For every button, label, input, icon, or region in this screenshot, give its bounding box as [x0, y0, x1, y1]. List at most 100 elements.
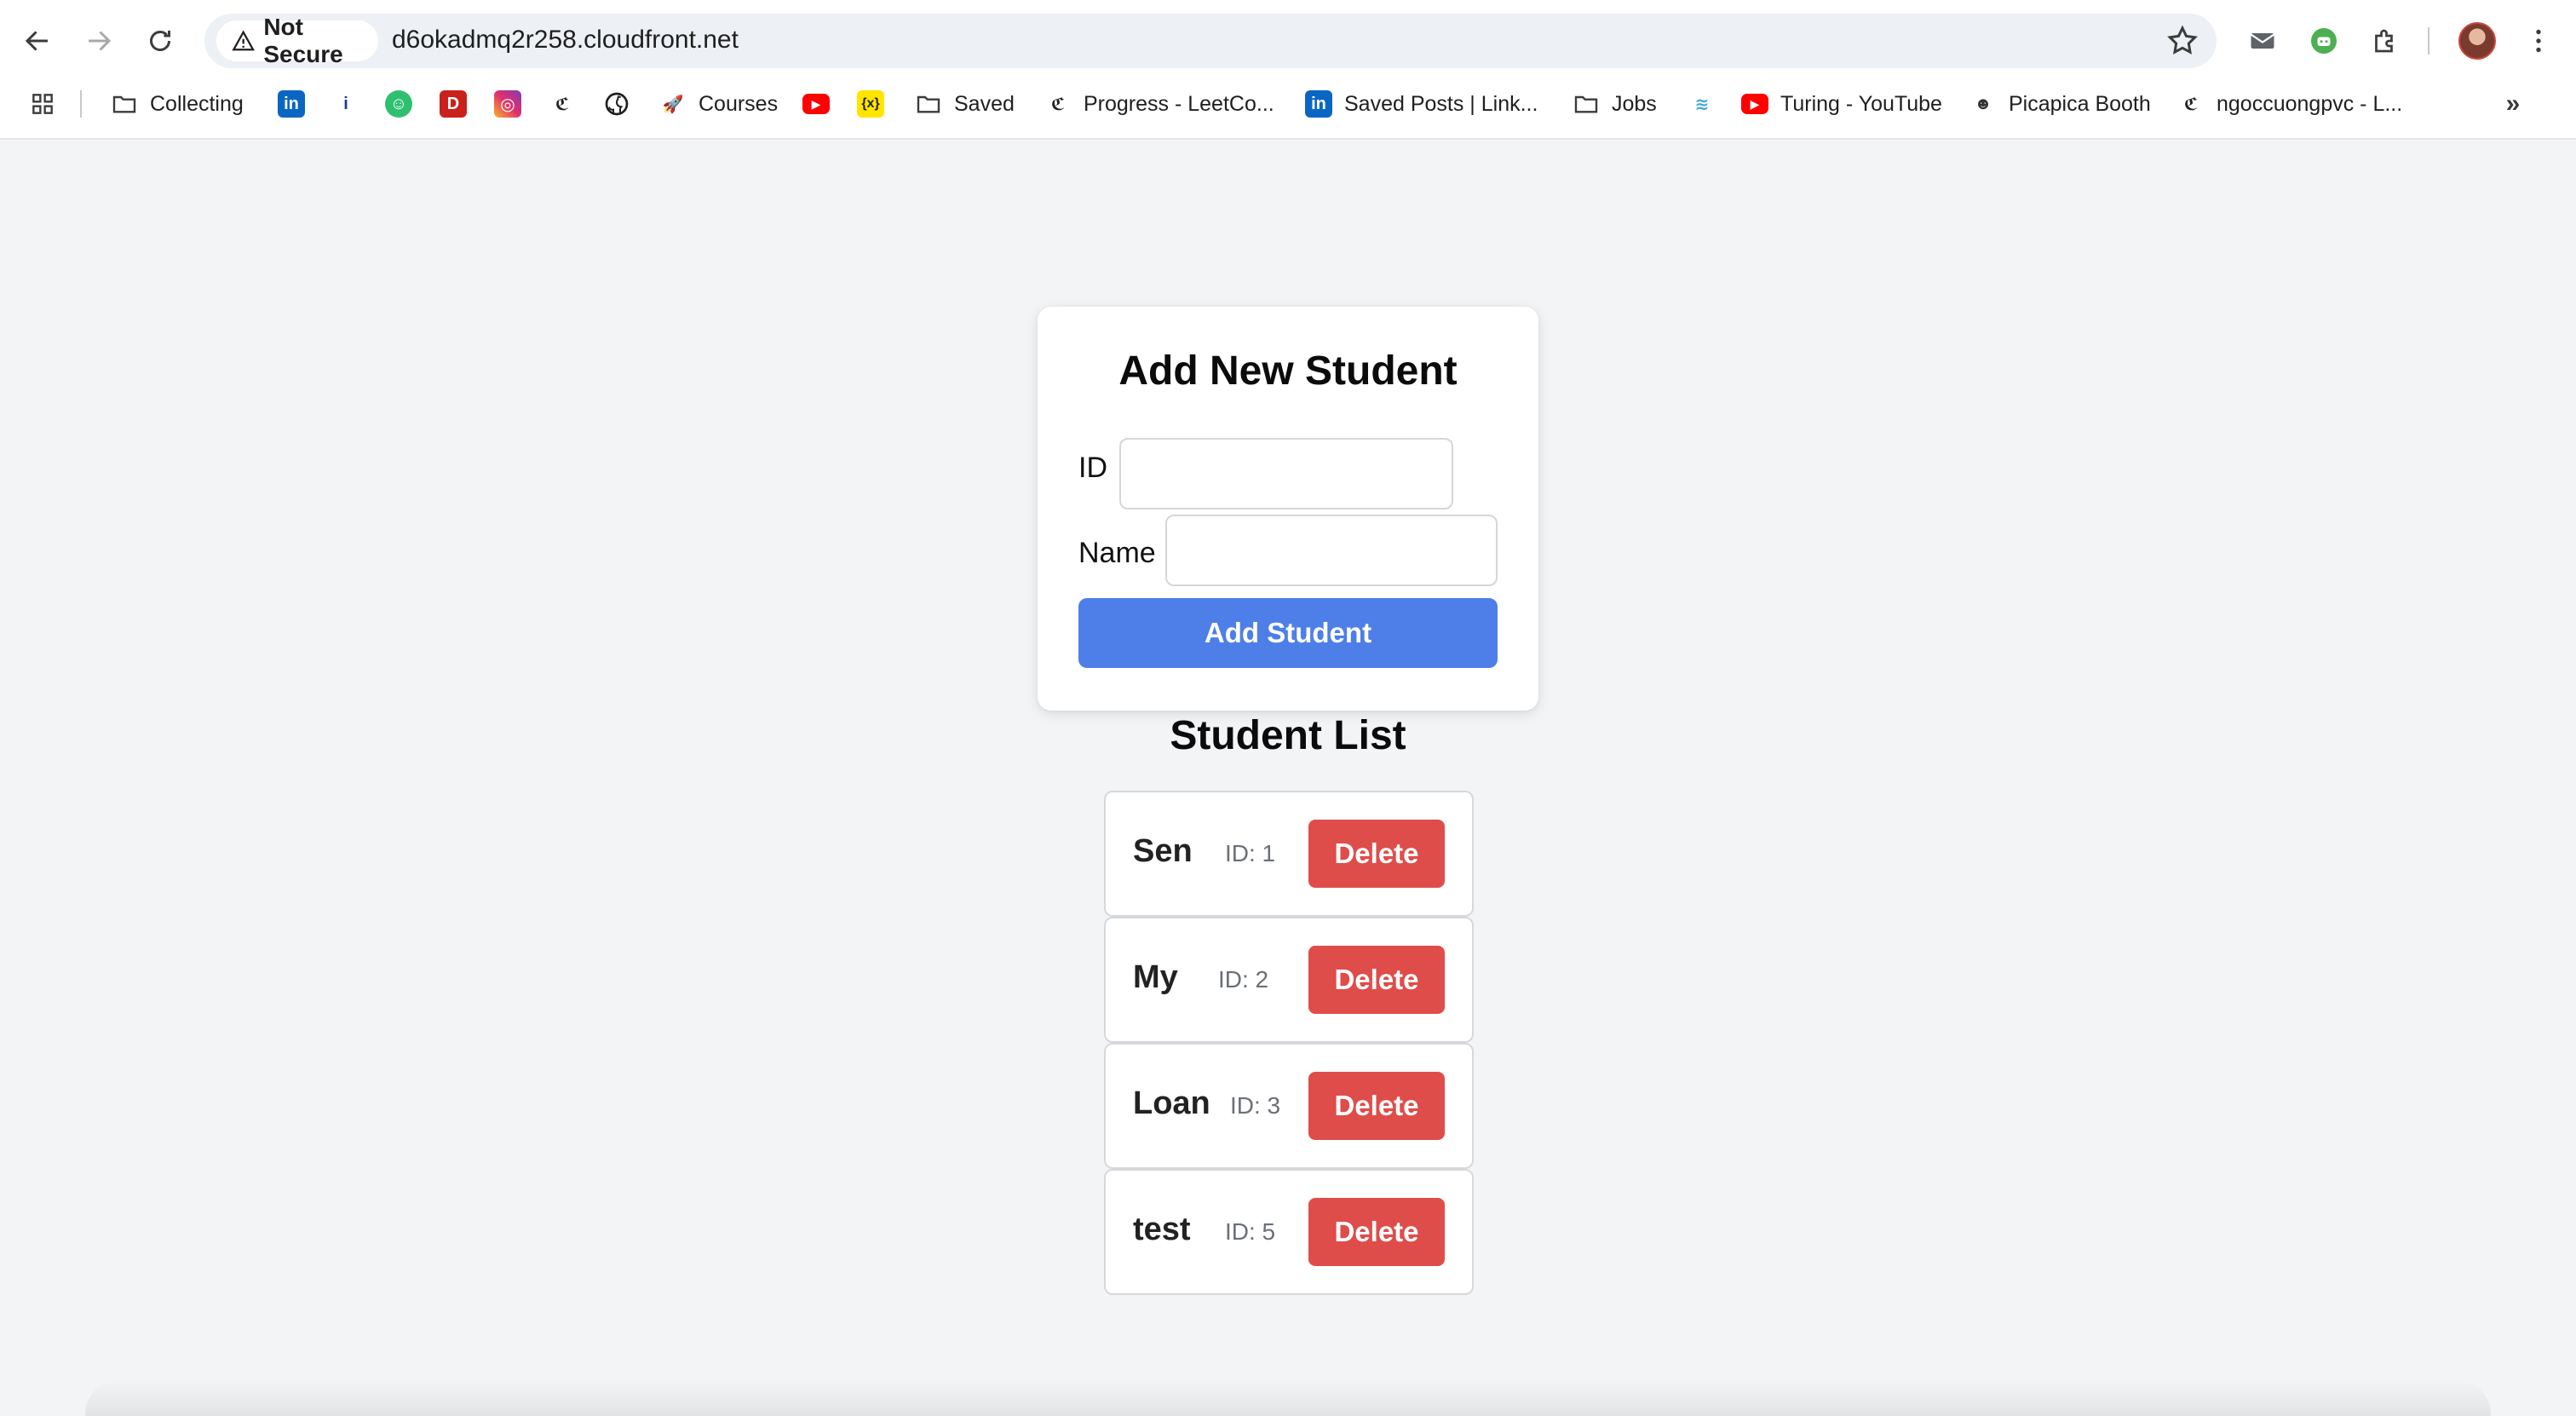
bookmark-label: Courses: [699, 91, 779, 116]
puzzle-icon: [2375, 29, 2393, 53]
arrow-right-icon: [89, 31, 112, 51]
leetcode-icon: ℭ: [2183, 95, 2199, 114]
linkedin-icon: in: [1305, 90, 1332, 118]
stack-icon: ≋: [1694, 95, 1710, 114]
folder-icon: [915, 90, 942, 118]
chevron-double-right-icon: »: [2505, 89, 2521, 118]
add-student-form: Add New Student ID Name Add Student: [1038, 307, 1538, 711]
profile-avatar[interactable]: [2458, 22, 2496, 60]
bookmark-star-button[interactable]: [2165, 24, 2199, 58]
bookmark-picapica[interactable]: ☻ Picapica Booth: [1969, 82, 2151, 126]
bookmark-saved[interactable]: Saved: [915, 82, 1015, 126]
student-row: test ID: 5 Delete: [1104, 1169, 1474, 1295]
bookmark-leetcode[interactable]: ℭ: [549, 82, 576, 126]
mail-extension-button[interactable]: [2242, 20, 2283, 61]
id-input[interactable]: [1119, 438, 1453, 509]
arrow-left-icon: [25, 31, 48, 51]
toolbar-divider: [2428, 27, 2429, 55]
delete-button[interactable]: Delete: [1308, 1198, 1445, 1266]
bookmark-chat[interactable]: ☺: [385, 82, 412, 126]
bookmarks-divider: [80, 90, 82, 118]
bookmark-youtube[interactable]: ▶: [802, 82, 830, 126]
youtube-icon: ▶: [1741, 94, 1768, 114]
github-icon: [603, 90, 630, 118]
bottom-shadow: [85, 1380, 2491, 1416]
forward-button[interactable]: [77, 19, 121, 63]
chat-icon: ☺: [385, 90, 412, 118]
student-id: ID: 1: [1225, 840, 1276, 866]
url-text[interactable]: d6okadmq2r258.cloudfront.net: [392, 26, 739, 55]
apps-grid-icon: [29, 90, 56, 118]
bookmark-dev[interactable]: D: [440, 82, 467, 126]
back-button[interactable]: [15, 19, 60, 63]
star-icon: [2167, 25, 2198, 55]
bookmark-variable[interactable]: {x}: [857, 82, 884, 126]
delete-button[interactable]: Delete: [1308, 820, 1445, 888]
bookmark-collecting[interactable]: Collecting: [111, 82, 244, 126]
person-icon: ☻: [1974, 94, 1992, 113]
bookmark-info[interactable]: i: [332, 82, 359, 126]
robot-icon: [2311, 28, 2337, 54]
instagram-icon: ◎: [494, 90, 521, 118]
bookmark-linkedin[interactable]: in: [278, 82, 305, 126]
reload-icon: [150, 31, 170, 51]
bookmarks-bar: Collecting in i ☺ D ◎ ℭ 🚀 Courses ▶ {x} …: [0, 82, 2576, 126]
name-label: Name: [1078, 537, 1156, 569]
security-chip[interactable]: Not Secure: [216, 14, 378, 67]
leetcode-icon: ℭ: [1050, 95, 1066, 114]
bookmark-label: Picapica Booth: [2009, 91, 2151, 116]
id-label: ID: [1078, 452, 1107, 484]
bookmarks-overflow-button[interactable]: »: [2499, 82, 2527, 126]
student-name: Sen: [1133, 833, 1193, 869]
delete-button[interactable]: Delete: [1308, 946, 1445, 1014]
youtube-icon: ▶: [802, 94, 830, 114]
folder-icon: [1573, 90, 1600, 118]
bookmark-label: Progress - LeetCo...: [1084, 91, 1274, 116]
student-id: ID: 2: [1218, 966, 1269, 993]
student-name: My: [1133, 959, 1178, 995]
bookmark-label: Collecting: [150, 91, 244, 116]
apps-button[interactable]: [29, 82, 56, 126]
info-icon: i: [343, 94, 348, 113]
form-title: Add New Student: [1118, 348, 1458, 394]
leetcode-icon: ℭ: [555, 95, 570, 114]
student-name: test: [1133, 1212, 1191, 1247]
student-id: ID: 3: [1230, 1092, 1281, 1119]
bookmark-stack[interactable]: ≋: [1688, 82, 1716, 126]
mail-icon: [2250, 33, 2275, 49]
rocket-icon: 🚀: [662, 95, 684, 114]
bookmark-saved-posts[interactable]: in Saved Posts | Link...: [1305, 82, 1538, 126]
add-student-button[interactable]: Add Student: [1078, 598, 1498, 668]
menu-button[interactable]: [2518, 20, 2559, 61]
bookmark-label: ngoccuongpvc - L...: [2217, 91, 2403, 116]
bookmark-instagram[interactable]: ◎: [494, 82, 521, 126]
student-row: My ID: 2 Delete: [1104, 917, 1474, 1043]
name-input[interactable]: [1165, 515, 1498, 586]
warning-icon: [232, 30, 255, 51]
bookmark-github[interactable]: [603, 82, 630, 126]
bookmark-label: Saved Posts | Link...: [1344, 91, 1538, 116]
robot-extension-button[interactable]: [2303, 20, 2344, 61]
bookmark-label: Jobs: [1612, 91, 1657, 116]
bookmark-courses[interactable]: 🚀 Courses: [659, 82, 779, 126]
bookmark-turing-youtube[interactable]: ▶ Turing - YouTube: [1741, 82, 1942, 126]
student-row: Sen ID: 1 Delete: [1104, 791, 1474, 917]
variable-icon: {x}: [857, 90, 884, 118]
delete-button[interactable]: Delete: [1308, 1072, 1445, 1140]
student-name: Loan: [1133, 1085, 1210, 1121]
security-label: Not Secure: [263, 14, 343, 67]
bookmark-progress-leetcode[interactable]: ℭ Progress - LeetCo...: [1044, 82, 1274, 126]
student-row: Loan ID: 3 Delete: [1104, 1043, 1474, 1169]
reload-button[interactable]: [138, 19, 182, 63]
extensions-button[interactable]: [2365, 20, 2406, 61]
bookmark-label: Turing - YouTube: [1780, 91, 1942, 116]
bookmark-label: Saved: [954, 91, 1015, 116]
student-id: ID: 5: [1225, 1218, 1276, 1245]
bookmark-jobs[interactable]: Jobs: [1573, 82, 1657, 126]
browser-chrome: Not Secure d6okadmq2r258.cloudfront.net …: [0, 0, 2576, 140]
dev-icon: D: [440, 90, 467, 118]
student-list-title: Student List: [1170, 713, 1406, 758]
address-bar[interactable]: Not Secure d6okadmq2r258.cloudfront.net: [204, 14, 2217, 68]
bookmark-ngoccuongpvc[interactable]: ℭ ngoccuongpvc - L...: [2177, 82, 2402, 126]
linkedin-icon: in: [278, 90, 305, 118]
